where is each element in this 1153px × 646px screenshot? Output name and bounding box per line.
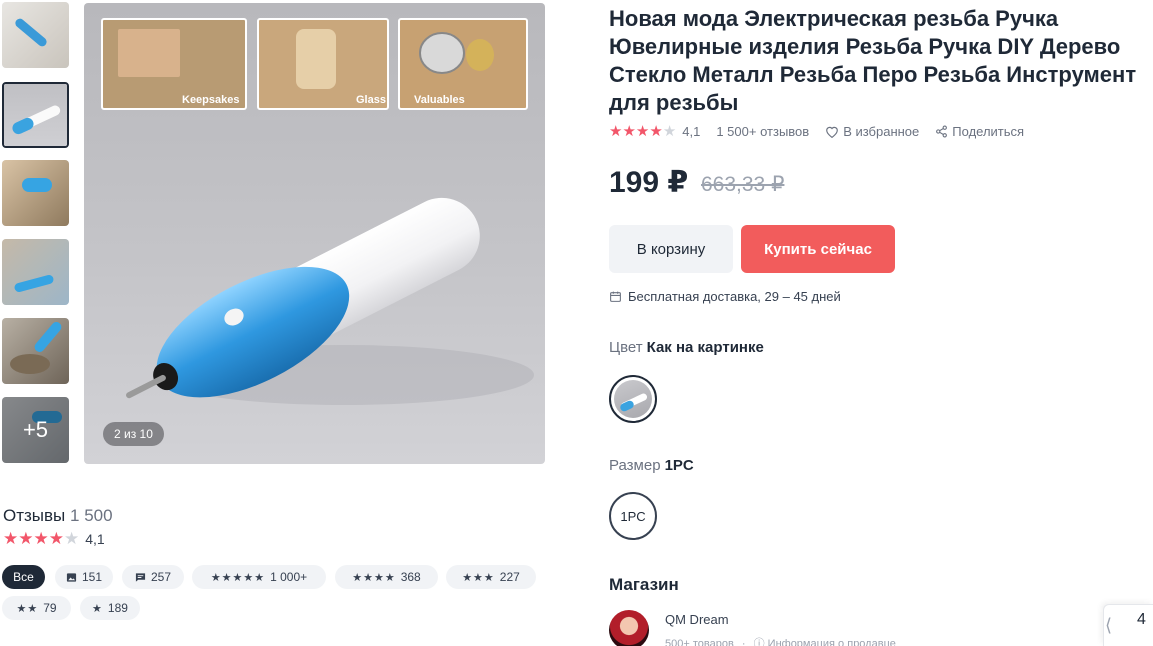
filter-with-text[interactable]: 257 [122, 565, 184, 589]
share-button[interactable]: Поделиться [935, 124, 1024, 139]
three-stars-icon: ★★★ [462, 571, 495, 584]
info-icon: ⓘ [753, 638, 765, 646]
rating-row: ★ ★ ★ ★ ★ 4,1 1 500+ отзывов В избранное Под… [609, 122, 1024, 140]
star-icon: ★ [33, 529, 49, 548]
filter-2-stars[interactable]: ★★ 79 [2, 596, 71, 620]
calendar-icon [610, 291, 621, 302]
filter-3-stars-count: 227 [499, 570, 520, 584]
filter-5-stars[interactable]: ★★★★★ 1 000+ [192, 565, 326, 589]
star-icon: ★ [649, 122, 663, 140]
main-product-image[interactable]: Keepsakes Glass Valuables [84, 3, 545, 464]
star-icon: ★ [3, 529, 19, 548]
five-stars-icon: ★★★★★ [210, 571, 266, 584]
star-icon: ★ [18, 529, 34, 548]
image-counter: 2 из 10 [103, 422, 164, 446]
product-title: Новая мода Электрическая резьба Ручка Юв… [609, 6, 1137, 115]
chevron-left-icon: ⟨ [1105, 615, 1113, 635]
filter-all[interactable]: Все [2, 565, 45, 589]
seller-info-link[interactable]: Информация о продавце [768, 638, 896, 646]
more-images-label: +5 [2, 397, 69, 463]
favorite-button[interactable]: В избранное [825, 124, 919, 139]
delivery-info: Бесплатная доставка, 29 – 45 дней [609, 289, 841, 304]
size-label-row: Размер 1PC [609, 457, 694, 474]
product-photo: Keepsakes Glass Valuables [101, 18, 534, 405]
thumbnail-6-more[interactable]: +5 [2, 397, 69, 463]
filter-with-text-count: 257 [150, 570, 172, 584]
reviews-rating-value: 4,1 [85, 530, 105, 547]
size-value: 1PC [664, 457, 694, 474]
reviews-rating: ★ ★ ★ ★ ★ 4,1 [3, 530, 105, 547]
filter-2-stars-count: 79 [43, 601, 57, 615]
banner-keepsakes: Keepsakes [101, 18, 247, 110]
floating-side-panel[interactable]: ⟨ 4 [1103, 604, 1153, 646]
delivery-text: Бесплатная доставка, 29 – 45 дней [628, 289, 841, 304]
store-name[interactable]: QM Dream [665, 612, 729, 627]
star-icon: ★ [609, 122, 623, 140]
one-star-icon: ★ [92, 602, 103, 615]
color-label: Цвет [609, 339, 643, 356]
comment-icon [135, 572, 146, 582]
star-empty-icon: ★ [662, 122, 677, 140]
old-price: 663,33 ₽ [701, 173, 785, 196]
image-icon [66, 572, 77, 582]
reviews-count: 1 500 [70, 506, 113, 525]
share-icon [936, 125, 948, 137]
rating-stars: ★ ★ ★ ★ ★ [609, 124, 676, 139]
star-icon: ★ [622, 122, 636, 140]
color-option-image [614, 380, 652, 418]
heart-icon [826, 126, 839, 138]
two-stars-icon: ★★ [16, 602, 39, 615]
banner-valuables: Valuables [398, 18, 528, 110]
store-meta: 500+ товаров · ⓘ Информация о продавце [665, 635, 896, 646]
banner-label-keepsakes: Keepsakes [182, 94, 240, 106]
current-price: 199 ₽ [609, 166, 689, 199]
color-label-row: Цвет Как на картинке [609, 339, 764, 356]
separator-dot: · [741, 638, 746, 646]
banner-label-valuables: Valuables [414, 94, 465, 106]
store-avatar[interactable] [609, 610, 649, 646]
banner-glass: Glass [257, 18, 389, 110]
star-empty-icon: ★ [64, 529, 80, 548]
rating-value: 4,1 [682, 123, 701, 139]
filter-with-photo[interactable]: 151 [55, 565, 113, 589]
reviews-title: Отзывы 1 500 [3, 506, 113, 526]
reviews-link[interactable]: 1 500+ отзывов [716, 124, 809, 139]
size-option-1pc[interactable]: 1PC [609, 492, 657, 540]
filter-4-stars-count: 368 [400, 570, 421, 584]
add-to-cart-button[interactable]: В корзину [609, 225, 733, 273]
reviews-heading: Отзывы [3, 506, 66, 525]
filter-3-stars[interactable]: ★★★ 227 [446, 565, 536, 589]
store-section-title: Магазин [609, 575, 679, 594]
thumbnail-3[interactable] [2, 160, 69, 226]
thumbnail-1[interactable] [2, 2, 69, 68]
filter-all-label: Все [13, 570, 34, 584]
star-icon: ★ [48, 529, 64, 548]
thumbnail-2-selected[interactable] [2, 82, 69, 148]
filter-4-stars[interactable]: ★★★★ 368 [335, 565, 438, 589]
filter-1-star[interactable]: ★ 189 [80, 596, 140, 620]
star-icon: ★ [635, 122, 650, 140]
thumbnail-4[interactable] [2, 239, 69, 305]
filter-with-photo-count: 151 [81, 570, 103, 584]
filter-1-star-count: 189 [107, 601, 128, 615]
favorite-label: В избранное [843, 123, 920, 139]
color-option-selected[interactable] [609, 375, 657, 423]
banner-label-glass: Glass [356, 94, 386, 106]
size-label: Размер [609, 457, 661, 474]
share-label: Поделиться [952, 123, 1025, 139]
store-products-count[interactable]: 500+ товаров [665, 638, 734, 646]
side-panel-number: 4 [1137, 611, 1146, 628]
four-stars-icon: ★★★★ [352, 571, 396, 584]
thumbnail-5[interactable] [2, 318, 69, 384]
color-value: Как на картинке [646, 339, 764, 356]
buy-now-button[interactable]: Купить сейчас [741, 225, 895, 273]
filter-5-stars-count: 1 000+ [270, 570, 308, 584]
